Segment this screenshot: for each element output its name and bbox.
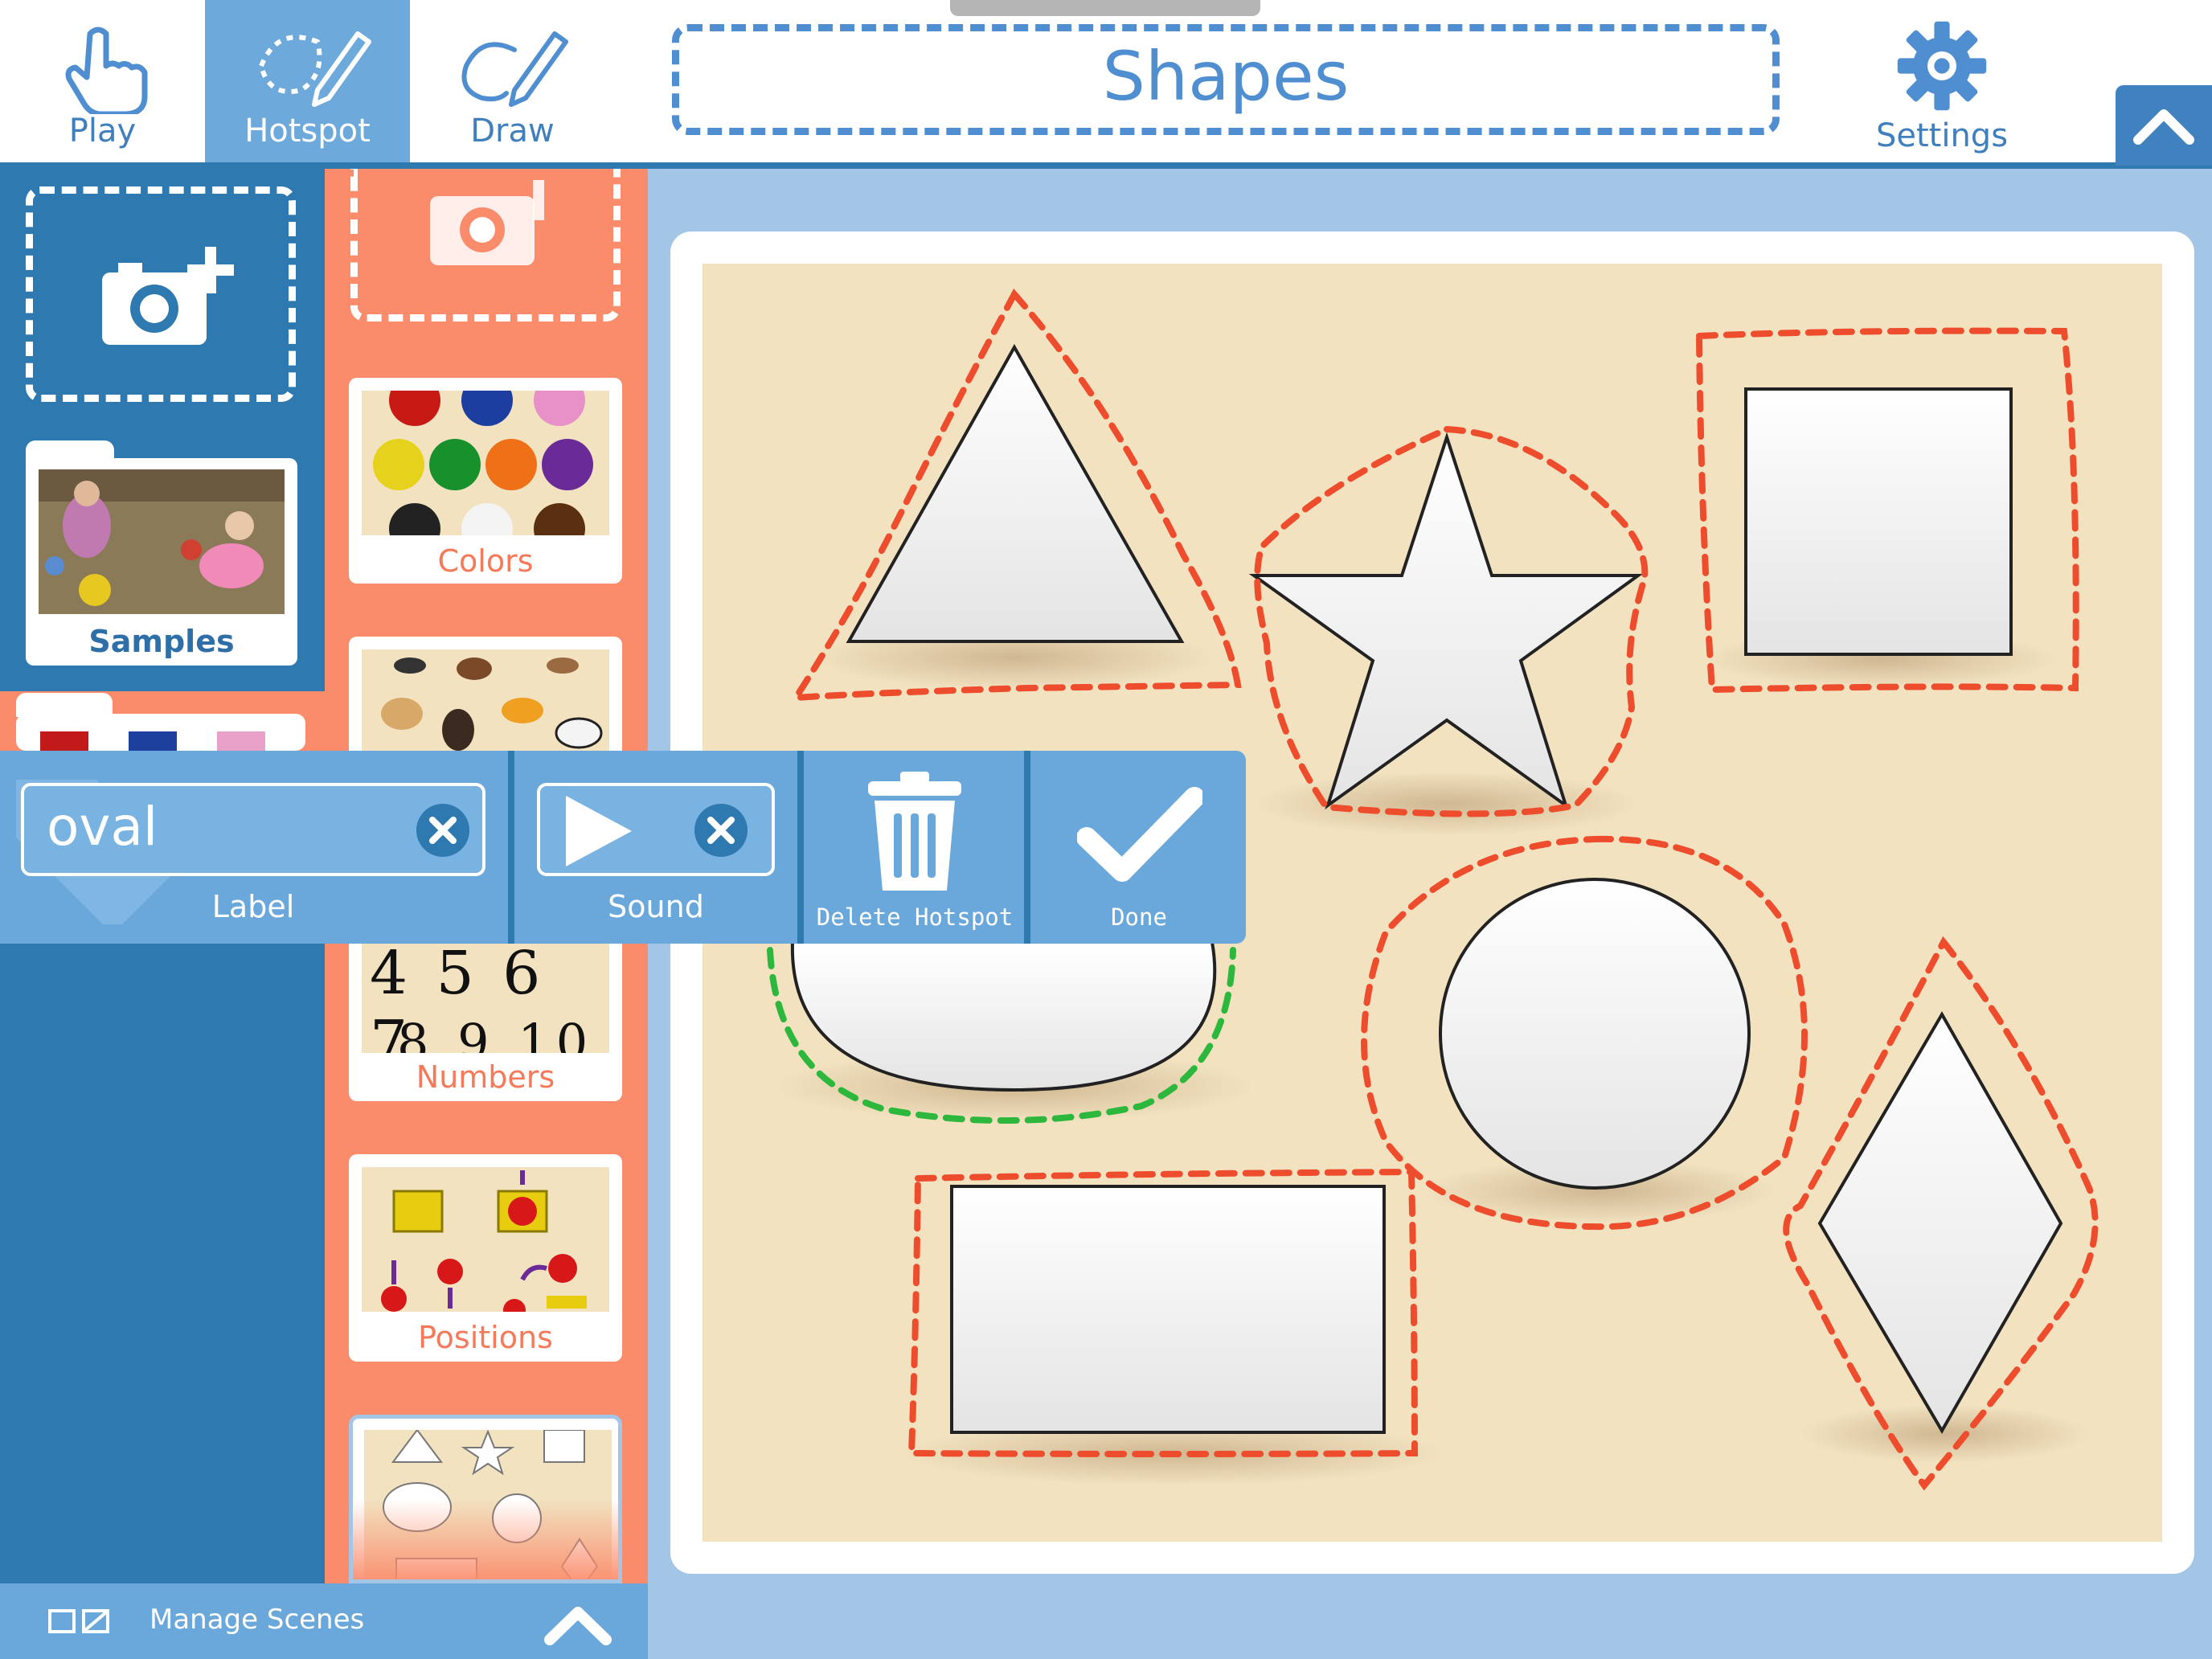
- toolbar-separator: [508, 751, 514, 944]
- scene-card-animals[interactable]: [349, 637, 622, 751]
- samples-album-label: Samples: [88, 624, 235, 659]
- clear-label-icon[interactable]: [415, 802, 471, 858]
- camera-icon: [430, 180, 544, 265]
- hotspot-mode-button[interactable]: Hotspot: [205, 0, 410, 162]
- star-shape: [1248, 432, 1644, 810]
- add-photo-button[interactable]: [26, 186, 296, 402]
- scenes-icon: [48, 1609, 109, 1633]
- positions-thumbnail: [362, 1167, 609, 1312]
- colors-album[interactable]: [16, 714, 305, 751]
- add-scene-button[interactable]: [350, 169, 621, 322]
- circle-shape: [1439, 878, 1751, 1190]
- animals-thumbnail: [362, 649, 609, 751]
- checkmark-icon: [1077, 787, 1202, 882]
- collapse-toolbar-button[interactable]: [2116, 85, 2212, 166]
- toolbar-separator: [797, 751, 804, 944]
- samples-thumbnail: [39, 469, 285, 614]
- add-camera-icon: [102, 247, 234, 345]
- scene-label-colors: Colors: [437, 543, 534, 579]
- draw-mode-label: Draw: [470, 113, 555, 150]
- hotspot-label-value: oval: [47, 796, 158, 858]
- triangle-shape: [846, 343, 1185, 643]
- canvas-bottom-strip: [648, 1583, 2212, 1659]
- fade-overlay: [353, 1499, 618, 1579]
- hand-pointer-icon: [65, 27, 148, 114]
- scene-card-numbers[interactable]: 4 5 6 7 8 9 10 Numbers: [349, 944, 622, 1101]
- scene-label-numbers: Numbers: [416, 1059, 555, 1095]
- toolbar-separator: [1024, 751, 1030, 944]
- numbers-thumbnail: 4 5 6 7 8 9 10: [362, 944, 609, 1053]
- settings-button[interactable]: Settings: [1847, 14, 2037, 159]
- drag-handle[interactable]: [950, 0, 1260, 16]
- scene-label-positions: Positions: [418, 1320, 553, 1355]
- delete-hotspot-label: Delete Hotspot: [816, 903, 1014, 931]
- toolbar-divider: [0, 162, 2212, 169]
- draw-pencil-icon: [461, 31, 568, 107]
- colors-thumbnail: [362, 391, 609, 535]
- numbers-thumbnail-text-2: 8 9 10: [397, 1013, 595, 1053]
- sound-caption: Sound: [608, 889, 704, 924]
- settings-label: Settings: [1875, 117, 2009, 154]
- play-icon[interactable]: [563, 793, 635, 870]
- rectangle-shape: [950, 1185, 1386, 1434]
- scene-card-shapes[interactable]: [349, 1415, 622, 1583]
- clear-sound-icon[interactable]: [693, 802, 749, 858]
- done-label: Done: [1111, 903, 1167, 931]
- diamond-shape: [1817, 1010, 2063, 1434]
- play-mode-button[interactable]: Play: [0, 0, 205, 162]
- manage-scenes-label: Manage Scenes: [150, 1604, 365, 1636]
- gear-icon: [1897, 21, 1987, 111]
- trash-icon: [868, 772, 961, 891]
- chevron-up-icon: [2133, 109, 2194, 145]
- scene-card-colors[interactable]: Colors: [349, 378, 622, 584]
- square-shape: [1744, 387, 2013, 656]
- draw-mode-button[interactable]: Draw: [410, 0, 615, 162]
- scene-card-positions[interactable]: Positions: [349, 1154, 622, 1362]
- play-mode-label: Play: [68, 113, 137, 150]
- hotspot-mode-label: Hotspot: [244, 113, 371, 150]
- label-caption: Label: [211, 889, 295, 924]
- chevron-up-icon[interactable]: [542, 1601, 614, 1646]
- scene-title: Shapes: [1102, 37, 1350, 116]
- hotspot-pencil-icon: [258, 31, 371, 107]
